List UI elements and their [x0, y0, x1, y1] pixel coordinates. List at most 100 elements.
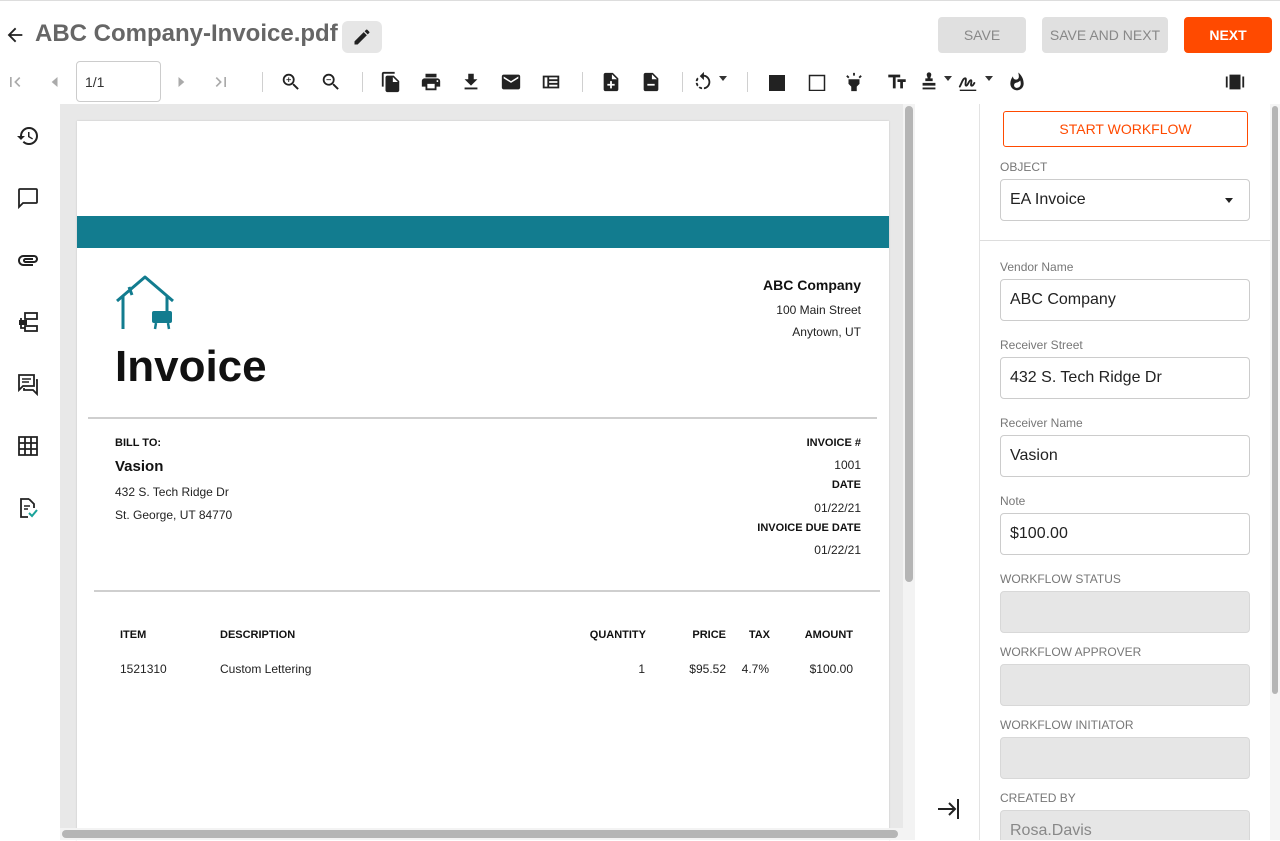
invoice-number: 1001 [834, 458, 861, 472]
cell-price: $95.52 [689, 662, 726, 676]
column-header-price: PRICE [692, 629, 726, 641]
attachments-icon[interactable] [16, 248, 40, 272]
receiver-street-field[interactable]: 432 S. Tech Ridge Dr [1000, 357, 1250, 399]
page-number-input[interactable] [76, 61, 161, 102]
save-button[interactable]: SAVE [938, 17, 1026, 53]
approval-icon[interactable] [16, 496, 40, 520]
vendor-name-label: Vendor Name [1000, 260, 1074, 274]
object-select[interactable]: EA Invoice [1000, 179, 1250, 221]
toolbar [0, 60, 1280, 104]
burn-icon[interactable] [1006, 71, 1028, 93]
house-logo-icon [115, 275, 175, 331]
stamp-dropdown-caret[interactable] [944, 76, 952, 81]
toolbar-divider [262, 72, 263, 92]
cell-amount: $100.00 [809, 662, 853, 676]
toolbar-divider [682, 72, 683, 92]
bill-to-name: Vasion [115, 458, 164, 475]
edit-title-button[interactable] [342, 21, 382, 53]
prev-page-icon[interactable] [44, 71, 66, 93]
comments-icon[interactable] [16, 186, 40, 210]
due-date: 01/22/21 [814, 543, 861, 557]
highlight-icon[interactable] [843, 71, 865, 93]
bill-to-city: St. George, UT 84770 [115, 508, 233, 522]
receiver-name-field[interactable]: Vasion [1000, 435, 1250, 477]
object-label: OBJECT [1000, 160, 1048, 174]
zoom-out-icon[interactable] [320, 71, 342, 93]
created-by-field: Rosa.Davis [1000, 810, 1250, 840]
print-icon[interactable] [420, 71, 442, 93]
column-header-item: ITEM [120, 629, 147, 641]
viewer-vertical-scrollbar[interactable] [903, 104, 915, 840]
add-page-icon[interactable] [600, 71, 622, 93]
download-icon[interactable] [460, 71, 482, 93]
due-date-label: INVOICE DUE DATE [757, 522, 861, 534]
scrollbar-thumb[interactable] [905, 106, 913, 582]
signature-dropdown-caret[interactable] [985, 76, 993, 81]
workflow-initiator-field [1000, 737, 1250, 779]
divider [88, 417, 877, 419]
workflow-approver-field [1000, 664, 1250, 706]
first-page-icon[interactable] [4, 71, 26, 93]
save-and-next-button[interactable]: SAVE AND NEXT [1042, 17, 1168, 53]
invoice-number-label: INVOICE # [806, 437, 861, 449]
chat-icon[interactable] [16, 372, 40, 396]
invoice-page: Invoice ABC Company 100 Main Street Anyt… [77, 121, 889, 841]
column-header-description: DESCRIPTION [220, 629, 296, 641]
back-arrow-icon[interactable] [4, 24, 26, 46]
expand-panel-icon[interactable] [936, 798, 960, 820]
bill-to-label: BILL TO: [115, 437, 162, 449]
next-button[interactable]: NEXT [1184, 17, 1272, 53]
pencil-icon [354, 29, 370, 45]
viewer-horizontal-scrollbar[interactable] [60, 828, 903, 840]
panel-scrollbar[interactable] [1270, 104, 1280, 840]
history-icon[interactable] [16, 124, 40, 148]
next-page-icon[interactable] [170, 71, 192, 93]
scrollbar-thumb[interactable] [1272, 106, 1278, 694]
bill-to-street: 432 S. Tech Ridge Dr [115, 485, 229, 499]
rotate-icon[interactable] [692, 71, 714, 93]
redact-box-icon[interactable] [766, 71, 788, 93]
column-header-quantity: QUANTITY [589, 629, 646, 641]
cell-item: 1521310 [120, 662, 167, 676]
divider [94, 590, 880, 592]
invoice-heading: Invoice [115, 342, 267, 391]
note-label: Note [1000, 494, 1026, 508]
thumbnails-icon[interactable] [540, 71, 562, 93]
company-city: Anytown, UT [792, 325, 861, 339]
vendor-name-field[interactable]: ABC Company [1000, 279, 1250, 321]
stamp-icon[interactable] [918, 71, 940, 93]
cell-description: Custom Lettering [220, 662, 312, 676]
workflow-status-field [1000, 591, 1250, 633]
last-page-icon[interactable] [210, 71, 232, 93]
chevron-down-icon [1225, 198, 1233, 203]
object-select-value: EA Invoice [1010, 191, 1086, 208]
header-band [77, 216, 889, 248]
panel-toggle-icon[interactable] [1224, 71, 1246, 93]
invoice-date: 01/22/21 [814, 501, 861, 515]
text-icon[interactable] [886, 71, 908, 93]
start-workflow-button[interactable]: START WORKFLOW [1003, 111, 1248, 147]
section-divider [980, 240, 1270, 241]
workflow-initiator-label: WORKFLOW INITIATOR [1000, 718, 1134, 732]
copy-icon[interactable] [380, 71, 402, 93]
draw-box-icon[interactable] [806, 71, 828, 93]
created-by-label: CREATED BY [1000, 791, 1076, 805]
email-icon[interactable] [500, 71, 522, 93]
left-icon-rail [0, 104, 60, 840]
note-field[interactable]: $100.00 [1000, 513, 1250, 555]
rotate-dropdown-caret[interactable] [719, 76, 727, 81]
date-label: DATE [831, 479, 861, 491]
toolbar-divider [582, 72, 583, 92]
signature-icon[interactable] [957, 71, 979, 93]
receiver-street-label: Receiver Street [1000, 338, 1083, 352]
scrollbar-thumb[interactable] [62, 830, 898, 838]
cell-quantity: 1 [638, 662, 645, 676]
toolbar-divider [362, 72, 363, 92]
receiver-name-label: Receiver Name [1000, 416, 1083, 430]
document-title: ABC Company-Invoice.pdf [35, 20, 338, 47]
workflow-icon[interactable] [16, 310, 40, 334]
remove-page-icon[interactable] [640, 71, 662, 93]
table-icon[interactable] [16, 434, 40, 458]
zoom-in-icon[interactable] [280, 71, 302, 93]
workflow-status-label: WORKFLOW STATUS [1000, 572, 1121, 586]
